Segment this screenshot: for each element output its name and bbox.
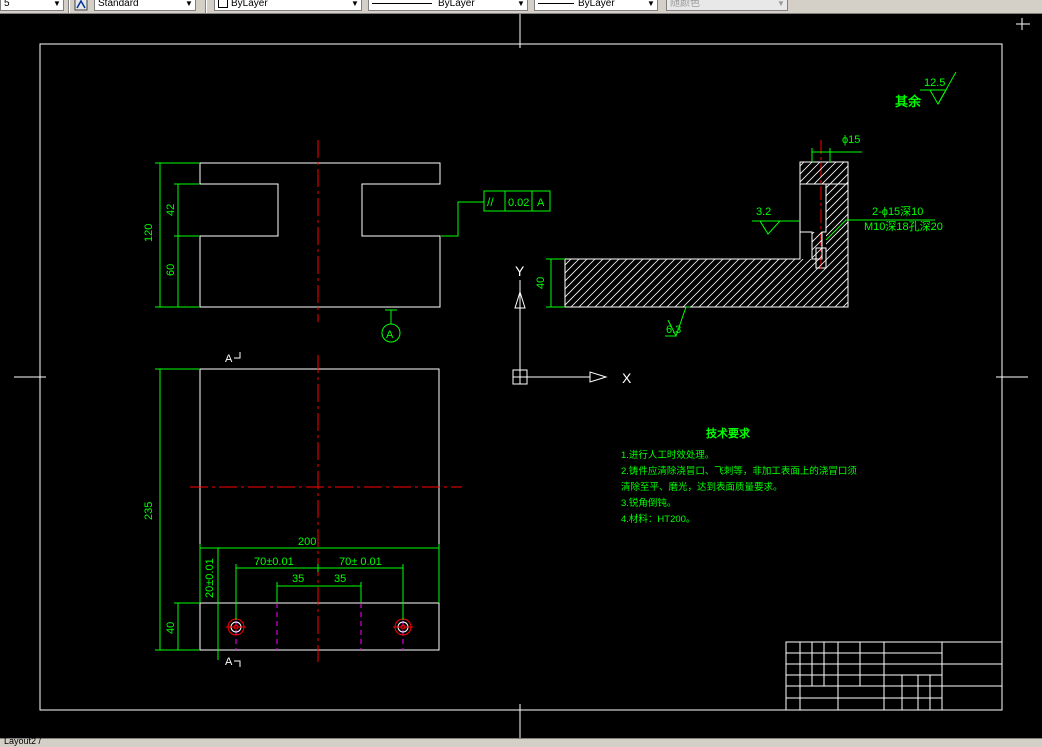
chevron-down-icon: ▼ — [53, 0, 61, 8]
tech-req-item: 4.材料：HT200。 — [621, 513, 695, 525]
section-roughness-1: 3.2 — [756, 206, 771, 218]
properties-toolbar: 5 ▼ Standard ▼ ByLayer ▼ ByLayer ▼ ByLay… — [0, 0, 1042, 14]
section-note-1: 2-ϕ15深10 — [872, 205, 923, 218]
section-note-2: M10深18孔深20 — [864, 220, 943, 233]
chevron-down-icon: ▼ — [517, 0, 525, 8]
chevron-down-icon: ▼ — [647, 0, 655, 8]
tech-req-title: 技术要求 — [706, 426, 751, 440]
tech-req-item: 1.进行人工时效处理。 — [621, 449, 714, 461]
tech-req-item: 2.铸件应清除浇冒口、飞刺等，非加工表面上的浇冒口须 — [621, 465, 857, 477]
linetype-combo[interactable]: ByLayer ▼ — [368, 0, 528, 11]
roughness-other-value: 12.5 — [924, 77, 945, 89]
text-style-icon[interactable] — [74, 0, 88, 11]
tab-layout2[interactable]: Layout2 / — [4, 736, 41, 746]
plot-style-value: 随颜色 — [670, 0, 700, 9]
section-hatch — [565, 162, 848, 307]
section-dim-height: 40 — [535, 277, 547, 289]
line-sample — [538, 2, 574, 4]
linetype-combo-value: ByLayer — [438, 0, 475, 9]
chevron-down-icon: ▼ — [185, 0, 193, 8]
dim-front-width: 200 — [298, 536, 316, 548]
lineweight-combo[interactable]: ByLayer ▼ — [534, 0, 658, 11]
dim-front-right: 70± 0.01 — [339, 556, 382, 568]
ucs-icon — [512, 280, 608, 385]
chevron-down-icon: ▼ — [777, 0, 785, 8]
line-sample — [372, 2, 432, 4]
top-view — [155, 140, 551, 343]
section-mark-bottom: A — [225, 656, 233, 668]
tech-req-item: 清除至平、磨光，达到表面质量要求。 — [621, 481, 783, 493]
section-roughness-2: 6.3 — [666, 324, 681, 336]
color-swatch — [218, 0, 228, 9]
color-combo[interactable]: ByLayer ▼ — [214, 0, 362, 11]
dim-front-height: 235 — [143, 502, 155, 520]
color-combo-value: ByLayer — [231, 0, 268, 9]
tech-req-item: 3.锐角倒钝。 — [621, 497, 676, 509]
tolerance-symbol: // — [487, 195, 494, 209]
title-block — [785, 641, 1003, 711]
chevron-down-icon: ▼ — [351, 0, 359, 8]
front-view — [155, 352, 462, 667]
section-dia: ϕ15 — [842, 134, 860, 146]
section-mark-top: A — [225, 353, 233, 365]
dim-top-upper: 42 — [165, 204, 177, 216]
lineweight-combo-value: ByLayer — [578, 0, 615, 9]
datum-label: A — [386, 329, 394, 341]
tolerance-value: 0.02 — [508, 197, 529, 209]
section-view — [546, 71, 957, 338]
axis-y-label: Y — [515, 263, 525, 279]
toolbar-separator — [205, 0, 207, 13]
dim-front-vert: 20±0.01 — [204, 558, 216, 598]
scale-combo-value: 5 — [4, 0, 10, 9]
dim-top-lower: 60 — [165, 264, 177, 276]
dim-front-half-right: 35 — [334, 573, 346, 585]
plot-style-combo[interactable]: 随颜色 ▼ — [666, 0, 788, 11]
model-canvas[interactable]: 其余 12.5 120 42 60 // 0.02 A A ϕ15 2-ϕ15深… — [0, 14, 1042, 738]
dim-front-bottom: 40 — [165, 622, 177, 634]
dim-front-half-left: 35 — [292, 573, 304, 585]
text-style-combo[interactable]: Standard ▼ — [94, 0, 196, 11]
scale-combo[interactable]: 5 ▼ — [0, 0, 64, 11]
axis-x-label: X — [622, 370, 632, 386]
dim-front-left: 70±0.01 — [254, 556, 294, 568]
text-style-value: Standard — [98, 0, 139, 9]
tolerance-datum: A — [537, 197, 545, 209]
roughness-other-label: 其余 — [895, 94, 922, 109]
toolbar-separator — [68, 0, 70, 13]
dim-top-height: 120 — [143, 224, 155, 242]
